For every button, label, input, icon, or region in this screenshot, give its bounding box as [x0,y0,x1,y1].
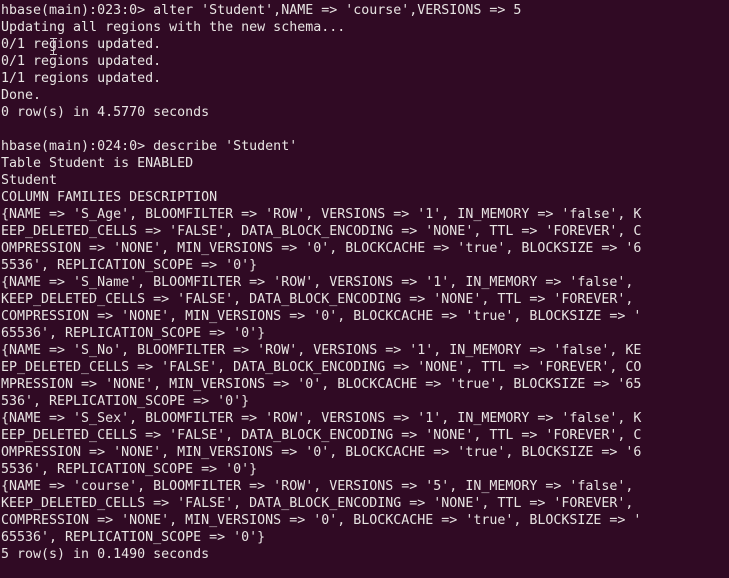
terminal-line: {NAME => 'S_Age', BLOOMFILTER => 'ROW', … [1,207,642,222]
terminal-line: 0 row(s) in 4.5770 seconds [1,105,210,120]
terminal-line: Done. [1,88,42,103]
terminal-line: Table Student is ENABLED [1,156,194,171]
terminal-line: OMPRESSION => 'NONE', MIN_VERSIONS => '0… [1,241,642,256]
terminal-window[interactable]: hbase(main):023:0> alter 'Student',NAME … [0,0,729,578]
terminal-line: 5536', REPLICATION_SCOPE => '0'} [1,258,258,273]
terminal-line: 536', REPLICATION_SCOPE => '0'} [1,394,250,409]
terminal-line: 5536', REPLICATION_SCOPE => '0'} [1,462,258,477]
terminal-line: EEP_DELETED_CELLS => 'FALSE', DATA_BLOCK… [1,428,642,443]
terminal-line: {NAME => 'S_Sex', BLOOMFILTER => 'ROW', … [1,411,642,426]
terminal-line: {NAME => 'S_Name', BLOOMFILTER => 'ROW',… [1,275,642,290]
terminal-line: hbase(main):023:0> alter 'Student',NAME … [1,3,522,18]
terminal-line: EEP_DELETED_CELLS => 'FALSE', DATA_BLOCK… [1,224,642,239]
terminal-line: 5 row(s) in 0.1490 seconds [1,547,210,562]
terminal-line: 1/1 regions updated. [1,71,162,86]
terminal-line: COLUMN FAMILIES DESCRIPTION [1,190,218,205]
terminal-line: EP_DELETED_CELLS => 'FALSE', DATA_BLOCK_… [1,360,642,375]
terminal-line: COMPRESSION => 'NONE', MIN_VERSIONS => '… [1,513,642,528]
terminal-line: Student [1,173,58,188]
terminal-line: {NAME => 'S_No', BLOOMFILTER => 'ROW', V… [1,343,642,358]
terminal-line: OMPRESSION => 'NONE', MIN_VERSIONS => '0… [1,445,642,460]
terminal-line: MPRESSION => 'NONE', MIN_VERSIONS => '0'… [1,377,642,392]
terminal-line: KEEP_DELETED_CELLS => 'FALSE', DATA_BLOC… [1,292,642,307]
terminal-line: 65536', REPLICATION_SCOPE => '0'} [1,530,266,545]
terminal-line: 0/1 regions updated. [1,54,162,69]
terminal-line: 65536', REPLICATION_SCOPE => '0'} [1,326,266,341]
terminal-line: hbase(main):024:0> describe 'Student' [1,139,298,154]
terminal-line: 0/1 regions updated. [1,37,162,52]
terminal-line: {NAME => 'course', BLOOMFILTER => 'ROW',… [1,479,642,494]
terminal-line: Updating all regions with the new schema… [1,20,346,35]
terminal-screen[interactable]: hbase(main):023:0> alter 'Student',NAME … [1,2,728,578]
terminal-line: COMPRESSION => 'NONE', MIN_VERSIONS => '… [1,309,642,324]
terminal-line: KEEP_DELETED_CELLS => 'FALSE', DATA_BLOC… [1,496,642,511]
